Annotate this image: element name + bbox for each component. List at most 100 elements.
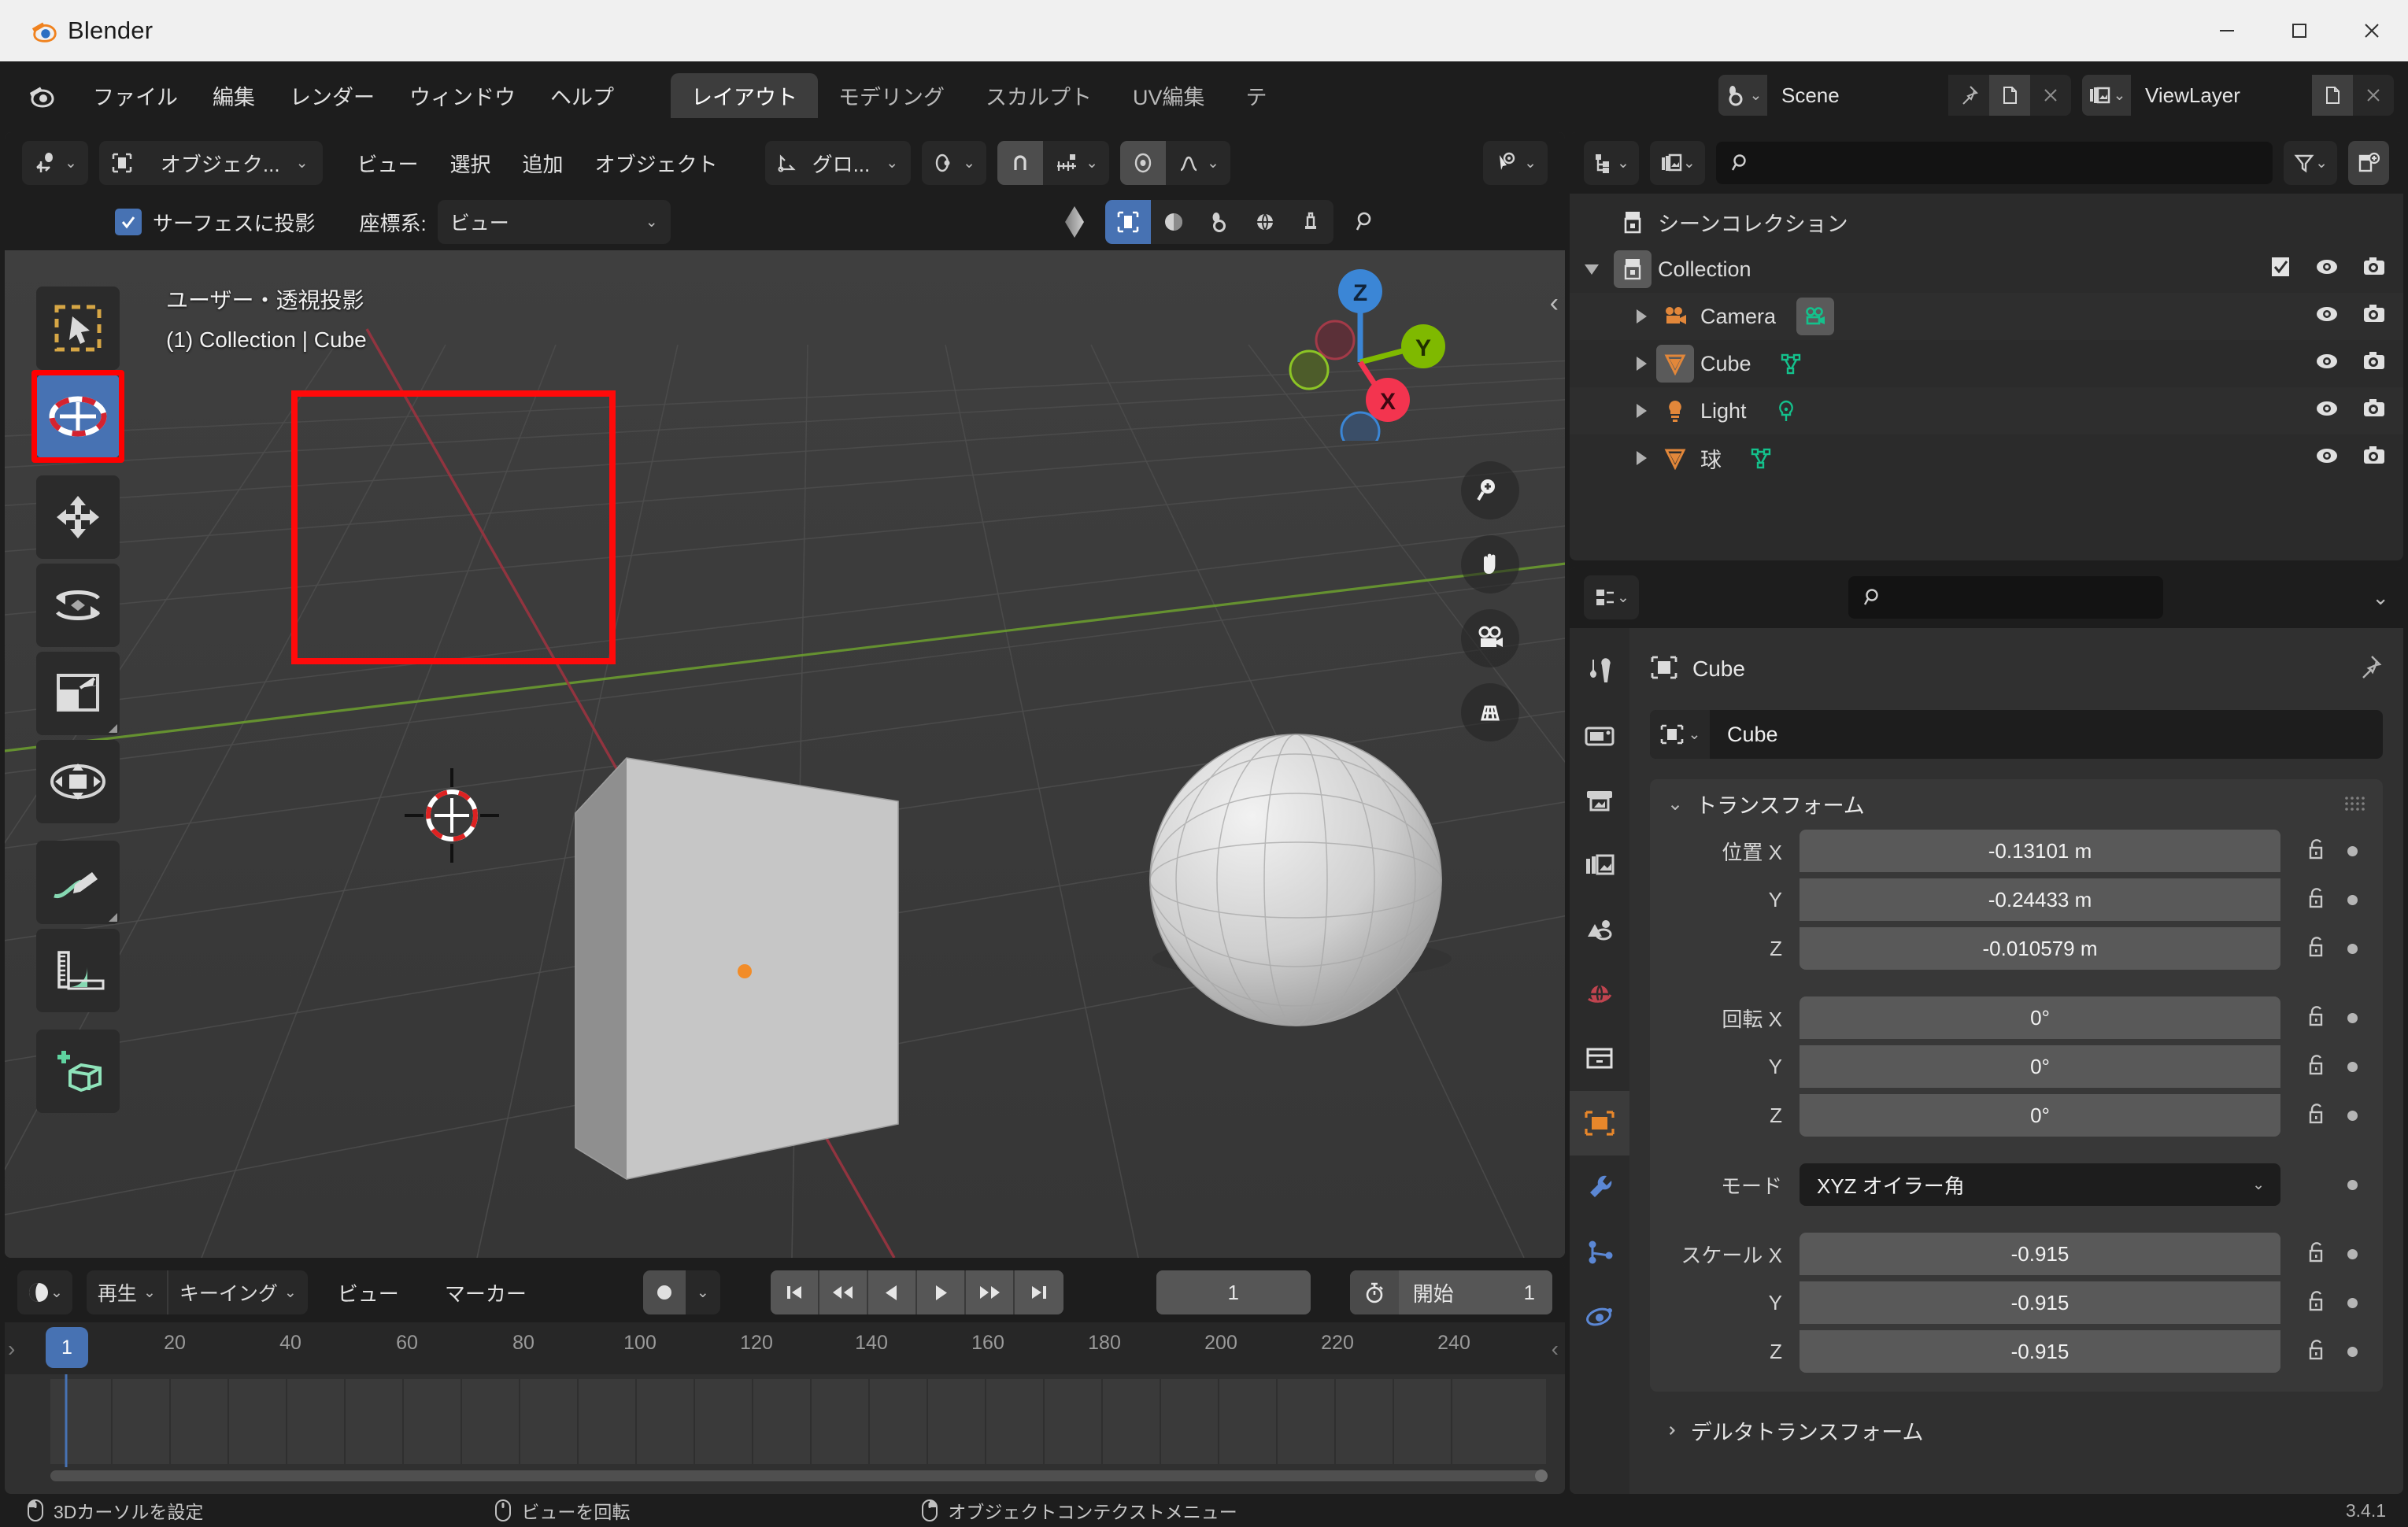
tweak-tool-button[interactable] bbox=[36, 287, 120, 370]
playback-menu[interactable]: 再生⌄ キーイング⌄ bbox=[87, 1270, 308, 1314]
properties-search-field[interactable] bbox=[1892, 586, 2149, 609]
disable-in-render-icon[interactable] bbox=[2362, 256, 2386, 283]
rendered-icon[interactable] bbox=[1197, 200, 1242, 244]
play-reverse-icon[interactable] bbox=[868, 1270, 917, 1314]
cursor-tool-button[interactable] bbox=[36, 375, 120, 458]
pin-icon[interactable] bbox=[2356, 654, 2383, 685]
scale-z-value[interactable]: -0.915 bbox=[1800, 1330, 2280, 1373]
close-button[interactable] bbox=[2336, 0, 2408, 61]
pin-icon[interactable] bbox=[1948, 75, 1989, 116]
proportional-edit-icon[interactable] bbox=[1120, 141, 1166, 185]
chevron-down-icon[interactable]: ⌄ bbox=[686, 1270, 720, 1314]
blender-menu-icon[interactable] bbox=[27, 79, 58, 111]
chevron-down-icon[interactable]: ⌄ bbox=[296, 154, 323, 172]
tab-layout[interactable]: レイアウト bbox=[671, 73, 818, 118]
scale-x-value[interactable]: -0.915 bbox=[1800, 1233, 2280, 1275]
outliner-row-scene-collection[interactable]: シーンコレクション bbox=[1570, 198, 2403, 246]
filter-funnel-icon[interactable]: ⌄ bbox=[2284, 141, 2337, 185]
scene-selector[interactable]: ⌄ Scene bbox=[1718, 75, 2071, 116]
rotation-y-value[interactable]: 0° bbox=[1800, 1045, 2280, 1088]
camera-view-icon[interactable] bbox=[1461, 609, 1519, 667]
object-name-field[interactable]: ⌄ Cube bbox=[1650, 710, 2383, 759]
measure-tool-button[interactable] bbox=[36, 929, 120, 1012]
location-x-value[interactable]: -0.13101 m bbox=[1800, 830, 2280, 872]
timeline-menu-marker[interactable]: マーカー bbox=[429, 1278, 542, 1307]
animate-dot-icon[interactable] bbox=[2347, 1062, 2358, 1072]
auto-keying-group[interactable]: ⌄ bbox=[643, 1270, 720, 1314]
outliner-id-type-icon[interactable]: ⌄ bbox=[1650, 141, 1705, 185]
outliner-row-cube[interactable]: Cube bbox=[1570, 340, 2403, 387]
animate-dot-icon[interactable] bbox=[2347, 1249, 2358, 1259]
rotation-z-value[interactable]: 0° bbox=[1800, 1094, 2280, 1137]
tab-render[interactable] bbox=[1570, 704, 1629, 768]
chevron-right-icon[interactable]: ⌄ bbox=[1655, 1422, 1680, 1439]
camera-data-icon[interactable] bbox=[1796, 298, 1834, 335]
scroll-left-icon[interactable]: › bbox=[8, 1337, 15, 1362]
play-icon[interactable] bbox=[917, 1270, 966, 1314]
snap-magnet-icon[interactable] bbox=[997, 141, 1043, 185]
scale-tool-button[interactable] bbox=[36, 652, 120, 735]
hide-in-viewport-icon[interactable] bbox=[2315, 444, 2339, 473]
gizmo-visibility-dropdown[interactable]: ⌄ bbox=[1483, 141, 1548, 185]
animate-dot-icon[interactable] bbox=[2347, 1111, 2358, 1121]
3d-viewport[interactable]: ⌄ オブジェク... ⌄ ビュー 選択 追加 オブジェクト bbox=[5, 132, 1565, 1258]
playhead-label[interactable]: 1 bbox=[46, 1327, 88, 1368]
tab-world[interactable] bbox=[1570, 962, 1629, 1026]
lock-icon[interactable] bbox=[2306, 1339, 2327, 1365]
animate-dot-icon[interactable] bbox=[2347, 1298, 2358, 1308]
mesh-data-icon[interactable] bbox=[1772, 345, 1810, 383]
prev-keyframe-icon[interactable] bbox=[819, 1270, 868, 1314]
tab-object[interactable] bbox=[1570, 1091, 1629, 1155]
snapping-group[interactable]: ⌄ bbox=[997, 141, 1109, 185]
object-mode-icon[interactable] bbox=[99, 141, 145, 185]
toggle-perspective-icon[interactable] bbox=[1461, 683, 1519, 741]
current-frame-field[interactable]: 1 bbox=[1156, 1270, 1311, 1314]
xray-icon[interactable] bbox=[1050, 200, 1099, 244]
transform-tool-button[interactable] bbox=[36, 740, 120, 823]
animate-dot-icon[interactable] bbox=[2347, 846, 2358, 856]
viewport-menu-object[interactable]: オブジェクト bbox=[579, 149, 734, 178]
outliner-row-sphere[interactable]: 球 bbox=[1570, 434, 2403, 482]
rotation-x-value[interactable]: 0° bbox=[1800, 996, 2280, 1039]
pivot-icon[interactable]: ⌄ bbox=[922, 141, 986, 185]
outliner-display-mode-icon[interactable]: ⌄ bbox=[1584, 141, 1639, 185]
minimize-button[interactable] bbox=[2191, 0, 2263, 61]
tab-collection[interactable] bbox=[1570, 1026, 1629, 1091]
lock-icon[interactable] bbox=[2306, 887, 2327, 913]
pan-hand-icon[interactable] bbox=[1461, 535, 1519, 593]
tab-uv-editing[interactable]: UV編集 bbox=[1112, 73, 1226, 118]
snap-increment-icon[interactable]: ⌄ bbox=[1043, 141, 1109, 185]
rotation-mode-value[interactable]: XYZ オイラー角 ⌄ bbox=[1800, 1163, 2280, 1206]
viewlayer-icon[interactable]: ⌄ bbox=[2082, 75, 2131, 116]
start-frame-value[interactable]: 1 bbox=[1524, 1281, 1552, 1305]
world-icon[interactable] bbox=[1242, 200, 1288, 244]
tab-tool[interactable] bbox=[1570, 639, 1629, 704]
hide-in-viewport-icon[interactable] bbox=[2315, 255, 2339, 284]
editor-type-button[interactable]: ⌄ bbox=[22, 141, 88, 185]
keying-menu-label[interactable]: キーイング⌄ bbox=[167, 1270, 308, 1314]
annotate-tool-button[interactable] bbox=[36, 841, 120, 924]
chevron-down-icon[interactable]: ⌄ bbox=[886, 154, 911, 172]
transform-orientation-dropdown[interactable]: グロ... ⌄ bbox=[765, 141, 912, 185]
delete-viewlayer-icon[interactable] bbox=[2353, 75, 2394, 116]
chevron-right-icon[interactable] bbox=[1637, 404, 1647, 418]
viewlayer-selector[interactable]: ⌄ ViewLayer bbox=[2082, 75, 2394, 116]
shading-mode-group[interactable] bbox=[1105, 200, 1333, 244]
properties-editor[interactable]: ⌄ ⌄ bbox=[1570, 567, 2403, 1494]
animate-dot-icon[interactable] bbox=[2347, 895, 2358, 905]
tab-output[interactable] bbox=[1570, 768, 1629, 833]
lock-icon[interactable] bbox=[2306, 1103, 2327, 1129]
solid-icon[interactable] bbox=[1105, 200, 1151, 244]
timeline-menu-view[interactable]: ビュー bbox=[322, 1278, 415, 1307]
lock-icon[interactable] bbox=[2306, 1290, 2327, 1316]
menu-window[interactable]: ウィンドウ bbox=[392, 76, 533, 116]
outliner-row-light[interactable]: Light bbox=[1570, 387, 2403, 434]
hide-in-viewport-icon[interactable] bbox=[2315, 349, 2339, 379]
new-collection-icon[interactable] bbox=[2348, 141, 2389, 185]
falloff-curve-icon[interactable]: ⌄ bbox=[1166, 141, 1230, 185]
tab-modifier[interactable] bbox=[1570, 1155, 1629, 1220]
transform-orientation-label[interactable]: グロ... bbox=[809, 149, 886, 178]
tab-viewlayer[interactable] bbox=[1570, 833, 1629, 897]
light-data-icon[interactable] bbox=[1767, 392, 1805, 430]
properties-editor-icon[interactable]: ⌄ bbox=[1584, 575, 1639, 619]
